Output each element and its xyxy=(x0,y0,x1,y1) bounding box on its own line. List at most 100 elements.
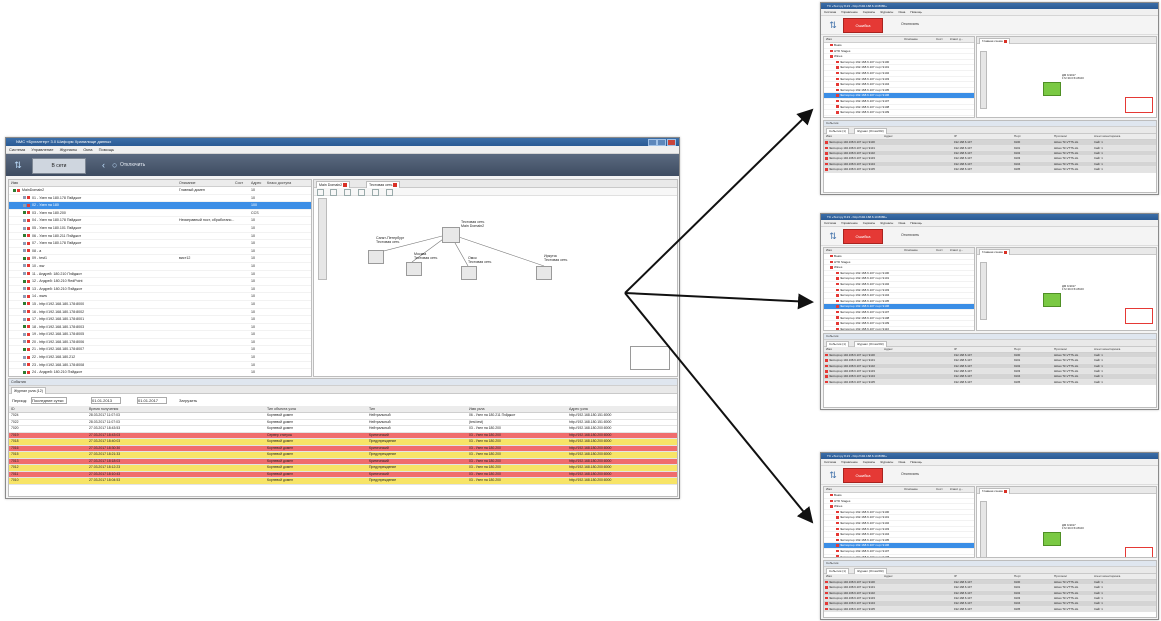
thumb-ev-col[interactable]: Адрес xyxy=(884,574,893,579)
thumb-event-cell: Экспортер 192.168.6.107 порт 9101 xyxy=(829,585,875,590)
thumb-menu-item[interactable]: Окна xyxy=(898,221,905,225)
thumb-ev-col[interactable]: IP xyxy=(954,574,957,579)
thumb-ev-col[interactable]: Адрес xyxy=(884,347,893,352)
thumb-menu-item[interactable]: Сервисы xyxy=(863,10,875,14)
thumb-event-cell: 192.168.6.107 xyxy=(954,595,972,600)
thumb-green-node[interactable] xyxy=(1043,82,1061,96)
thumb-event-cell: Шлюз ТК-VTTS-HL xyxy=(1054,167,1079,172)
thumb-tree-row-name: Экспортер 192.168.6.107 порт 9106 xyxy=(840,304,890,309)
thumb-col-state[interactable]: Сост xyxy=(936,37,943,42)
thumb-col-state[interactable]: Сост xyxy=(936,487,943,492)
thumb-menu-item[interactable]: Окна xyxy=(898,460,905,464)
refresh-icon[interactable]: ⇅ xyxy=(828,470,838,480)
thumb-event-cell: Экспортер 192.168.6.107 порт 9104 xyxy=(829,161,875,166)
thumb-menu-item[interactable]: Помощь xyxy=(910,460,922,464)
thumb-tab-main-scheme[interactable]: Главная схема xyxy=(979,249,1010,255)
thumb-disconnect-label[interactable]: Отключить xyxy=(901,472,919,476)
thumb-node-icon xyxy=(830,260,834,265)
thumb-col-name[interactable]: Имя xyxy=(826,37,832,42)
thumbnail-3: ТС «Тест.ру 8.23 - http://192.168.6.10:8… xyxy=(820,452,1159,620)
thumb-event-row[interactable]: Экспортер 192.168.6.107 порт 9105 192.168… xyxy=(824,606,1156,613)
thumb-minimap[interactable] xyxy=(1125,97,1153,113)
thumb-event-cell: Экспортер 192.168.6.107 порт 9103 xyxy=(829,595,875,600)
thumb-status-button[interactable]: Ошибка xyxy=(843,229,883,244)
thumb-col-class[interactable]: Класс д... xyxy=(950,248,963,253)
thumb-minimap[interactable] xyxy=(1125,308,1153,324)
thumb-status-button[interactable]: Ошибка xyxy=(843,468,883,483)
thumb-tree-row-name: Wines xyxy=(834,54,843,59)
thumb-event-cell: Сайт 1 xyxy=(1094,590,1103,595)
thumb-col-desc[interactable]: Описание xyxy=(904,248,918,253)
thumb-disconnect-label[interactable]: Отключить xyxy=(901,233,919,237)
thumb-tree-row-name: Экспортер 192.168.6.107 порт 9104 xyxy=(840,532,890,537)
thumb-ev-col[interactable]: IP xyxy=(954,134,957,139)
close-tab-icon[interactable] xyxy=(1003,489,1007,493)
thumb-event-row[interactable]: Экспортер 192.168.6.107 порт 9105 192.168… xyxy=(824,167,1156,173)
thumb-menu-item[interactable]: Сервисы xyxy=(863,221,875,225)
thumb-tab-main-scheme[interactable]: Главная схема xyxy=(979,38,1010,44)
thumb-menu-item[interactable]: Управление xyxy=(841,460,858,464)
thumb-event-status-icon xyxy=(825,596,829,600)
thumb-ev-col[interactable]: Порт xyxy=(1014,574,1021,579)
thumb-ev-col[interactable]: Протокол xyxy=(1054,347,1067,352)
thumb-node-icon xyxy=(830,504,834,509)
thumb-zoom-slider[interactable] xyxy=(980,501,987,557)
thumb-menu-item[interactable]: Помощь xyxy=(910,221,922,225)
thumb-menu-item[interactable]: Система xyxy=(824,10,836,14)
thumb-event-cell: Шлюз ТК-VTTS-HL xyxy=(1054,140,1079,145)
thumb-tree-row-name: Boats xyxy=(834,43,842,47)
thumb-minimap[interactable] xyxy=(1125,547,1153,557)
thumb-ev-col[interactable]: Адрес xyxy=(884,134,893,139)
thumb-menu-item[interactable]: Система xyxy=(824,221,836,225)
thumb-status-button[interactable]: Ошибка xyxy=(843,18,883,33)
thumb-event-cell: Экспортер 192.168.6.107 порт 9102 xyxy=(829,363,875,368)
thumb-col-state[interactable]: Сост xyxy=(936,248,943,253)
thumb-menu-item[interactable]: Помощь xyxy=(910,10,922,14)
thumb-ev-col[interactable]: Протокол xyxy=(1054,574,1067,579)
thumb-tree-row[interactable]: Экспортер 192.168.6.107 порт 9108 xyxy=(824,555,974,557)
thumb-event-cell: Экспортер 192.168.6.107 порт 9104 xyxy=(829,601,875,606)
thumb-ev-col[interactable]: Агент мониторинга xyxy=(1094,134,1120,139)
thumb-node-icon xyxy=(836,321,840,326)
thumb-col-desc[interactable]: Описание xyxy=(904,487,918,492)
thumb-menu-item[interactable]: Журналы xyxy=(880,460,893,464)
thumb-zoom-slider[interactable] xyxy=(980,51,987,109)
thumb-menu-item[interactable]: Сервисы xyxy=(863,460,875,464)
thumb-tree-row[interactable]: Экспортер 192.168.6.107 порт 9110 xyxy=(824,115,974,119)
thumb-ev-col[interactable]: Имя xyxy=(826,134,832,139)
thumb-event-cell: Экспортер 192.168.6.107 порт 9100 xyxy=(829,140,875,145)
thumb-node-icon xyxy=(836,515,840,520)
thumb-event-row[interactable]: Экспортер 192.168.6.107 порт 9105 192.168… xyxy=(824,379,1156,386)
refresh-icon[interactable]: ⇅ xyxy=(828,20,838,30)
thumb-green-node[interactable] xyxy=(1043,532,1061,546)
thumb-menu-item[interactable]: Журналы xyxy=(880,221,893,225)
thumb-ev-col[interactable]: Имя xyxy=(826,347,832,352)
thumb-tree-row-name: Экспортер 192.168.6.107 порт 9110 xyxy=(840,115,889,119)
thumb-ev-col[interactable]: Имя xyxy=(826,574,832,579)
thumb-col-class[interactable]: Класс д... xyxy=(950,37,963,42)
thumb-disconnect-label[interactable]: Отключить xyxy=(901,22,919,26)
thumb-menu-item[interactable]: Система xyxy=(824,460,836,464)
thumb-col-desc[interactable]: Описание xyxy=(904,37,918,42)
thumb-col-name[interactable]: Имя xyxy=(826,487,832,492)
thumb-menu-item[interactable]: Окна xyxy=(898,10,905,14)
thumb-col-class[interactable]: Класс д... xyxy=(950,487,963,492)
thumb-ev-col[interactable]: IP xyxy=(954,347,957,352)
thumb-menu-item[interactable]: Журналы xyxy=(880,10,893,14)
thumb-ev-col[interactable]: Порт xyxy=(1014,347,1021,352)
thumb-menu-item[interactable]: Управление xyxy=(841,10,858,14)
thumb-col-name[interactable]: Имя xyxy=(826,248,832,253)
close-tab-icon[interactable] xyxy=(1003,39,1007,43)
thumb-zoom-slider[interactable] xyxy=(980,262,987,320)
thumb-event-cell: 9101 xyxy=(1014,358,1021,363)
thumb-ev-col[interactable]: Порт xyxy=(1014,134,1021,139)
thumb-tree-row[interactable]: Экспортер 192.168.6.107 порт 9110 xyxy=(824,327,974,330)
thumb-green-node[interactable] xyxy=(1043,293,1061,307)
refresh-icon[interactable]: ⇅ xyxy=(828,231,838,241)
thumb-ev-col[interactable]: Протокол xyxy=(1054,134,1067,139)
thumb-ev-col[interactable]: Агент мониторинга xyxy=(1094,574,1120,579)
thumb-menu-item[interactable]: Управление xyxy=(841,221,858,225)
thumb-tab-main-scheme[interactable]: Главная схема xyxy=(979,488,1010,494)
close-tab-icon[interactable] xyxy=(1003,250,1007,254)
thumb-ev-col[interactable]: Агент мониторинга xyxy=(1094,347,1120,352)
